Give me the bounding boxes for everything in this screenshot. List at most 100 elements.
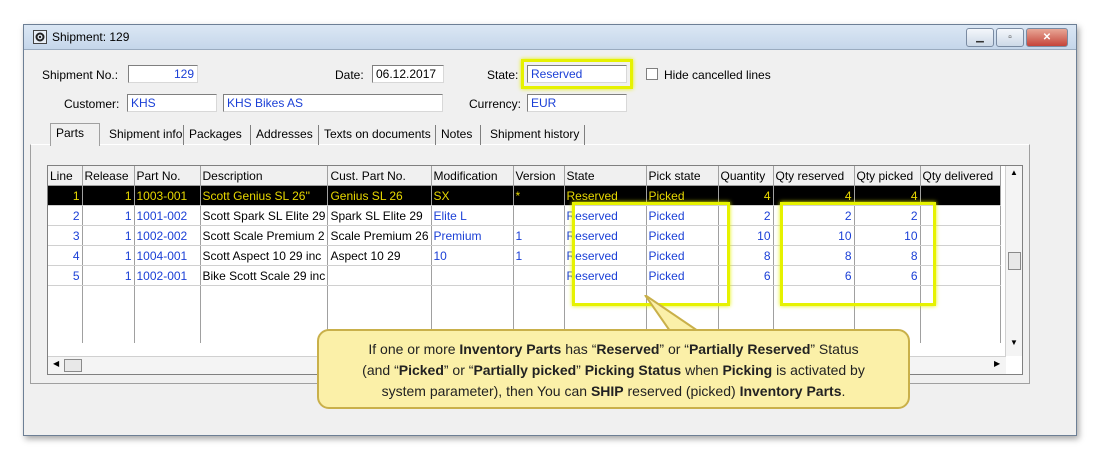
table-cell[interactable]: Aspect 10 29 bbox=[327, 245, 432, 266]
empty-cell bbox=[134, 285, 201, 305]
title-bar: Shipment: 129 ▁ ▫ ✕ bbox=[24, 25, 1076, 50]
table-cell[interactable]: 1 bbox=[48, 185, 83, 206]
table-cell[interactable]: 1 bbox=[82, 265, 135, 286]
table-cell[interactable]: 1 bbox=[82, 245, 135, 266]
date-label: Date: bbox=[335, 68, 364, 82]
table-cell[interactable]: 1002-001 bbox=[134, 265, 201, 286]
table-cell[interactable]: 1 bbox=[82, 205, 135, 226]
tab-shipment-info[interactable]: Shipment info bbox=[104, 125, 184, 145]
empty-cell bbox=[773, 305, 855, 324]
minimize-icon: ▁ bbox=[976, 32, 984, 43]
col-header[interactable]: Description bbox=[200, 166, 329, 186]
table-cell[interactable]: 1001-002 bbox=[134, 205, 201, 226]
empty-cell bbox=[82, 305, 135, 324]
empty-row bbox=[48, 305, 1001, 324]
table-cell[interactable] bbox=[513, 265, 565, 286]
empty-cell bbox=[327, 305, 432, 324]
tab-notes[interactable]: Notes bbox=[436, 125, 481, 145]
empty-cell bbox=[513, 285, 565, 305]
empty-cell bbox=[718, 305, 774, 324]
table-cell[interactable]: Scott Spark SL Elite 29 bbox=[200, 205, 329, 226]
table-cell[interactable]: Scott Scale Premium 2 bbox=[200, 225, 329, 246]
scroll-down-icon[interactable]: ▼ bbox=[1010, 338, 1018, 347]
table-cell[interactable]: 2 bbox=[48, 205, 83, 226]
close-button[interactable]: ✕ bbox=[1026, 28, 1068, 47]
col-header[interactable]: Modification bbox=[431, 166, 514, 186]
state-highlight bbox=[521, 59, 633, 89]
table-cell[interactable]: Premium bbox=[431, 225, 514, 246]
table-cell[interactable]: 10 bbox=[431, 245, 514, 266]
table-header-row: Line Release Part No. Description Cust. … bbox=[48, 166, 1001, 186]
tab-parts[interactable]: Parts bbox=[50, 123, 100, 146]
empty-cell bbox=[82, 324, 135, 343]
col-header[interactable]: Pick state bbox=[646, 166, 719, 186]
tab-addresses[interactable]: Addresses bbox=[251, 125, 319, 145]
table-cell[interactable]: Spark SL Elite 29 bbox=[327, 205, 432, 226]
col-header[interactable]: Line bbox=[48, 166, 83, 186]
empty-cell bbox=[200, 305, 329, 324]
tab-shipment-history[interactable]: Shipment history bbox=[485, 125, 585, 145]
table-cell[interactable]: 1 bbox=[513, 245, 565, 266]
col-header[interactable]: State bbox=[564, 166, 647, 186]
table-cell[interactable]: SX bbox=[431, 185, 514, 206]
tab-texts-on-documents[interactable]: Texts on documents bbox=[319, 125, 436, 145]
table-cell[interactable]: Scale Premium 26 bbox=[327, 225, 432, 246]
qty-highlight bbox=[780, 202, 936, 306]
currency-field[interactable]: EUR bbox=[527, 94, 627, 112]
table-cell[interactable]: 1 bbox=[82, 185, 135, 206]
col-header[interactable]: Qty delivered bbox=[920, 166, 1001, 186]
col-header[interactable]: Qty picked bbox=[854, 166, 921, 186]
table-cell[interactable]: 1004-001 bbox=[134, 245, 201, 266]
empty-cell bbox=[82, 285, 135, 305]
table-cell[interactable]: 1002-002 bbox=[134, 225, 201, 246]
maximize-button[interactable]: ▫ bbox=[996, 28, 1024, 47]
info-callout: If one or more Inventory Parts has “Rese… bbox=[317, 329, 910, 409]
table-cell[interactable]: 5 bbox=[48, 265, 83, 286]
empty-cell bbox=[48, 285, 83, 305]
scroll-right-icon[interactable]: ▶ bbox=[994, 359, 1000, 368]
app-gear-icon bbox=[33, 30, 47, 44]
vertical-scroll-thumb[interactable] bbox=[1008, 252, 1021, 270]
table-cell[interactable] bbox=[431, 265, 514, 286]
minimize-button[interactable]: ▁ bbox=[966, 28, 994, 47]
currency-label: Currency: bbox=[469, 97, 522, 111]
hide-cancelled-checkbox[interactable] bbox=[646, 68, 658, 80]
table-cell[interactable]: 3 bbox=[48, 225, 83, 246]
vertical-scrollbar[interactable]: ▲ ▼ bbox=[1005, 166, 1022, 356]
table-cell[interactable]: 1 bbox=[513, 225, 565, 246]
empty-cell bbox=[48, 324, 83, 343]
hide-cancelled-label: Hide cancelled lines bbox=[664, 68, 771, 82]
table-cell[interactable]: 1003-001 bbox=[134, 185, 201, 206]
col-header[interactable]: Cust. Part No. bbox=[327, 166, 432, 186]
table-cell[interactable]: Scott Aspect 10 29 inc bbox=[200, 245, 329, 266]
table-cell[interactable]: Scott Genius SL 26'' bbox=[200, 185, 329, 206]
maximize-icon: ▫ bbox=[1008, 32, 1012, 43]
shipment-no-label: Shipment No.: bbox=[42, 68, 119, 82]
table-cell[interactable]: Elite L bbox=[431, 205, 514, 226]
customer-name-field[interactable]: KHS Bikes AS bbox=[223, 94, 443, 112]
table-cell[interactable]: Bike Scott Scale 29 inc bbox=[200, 265, 329, 286]
shipment-no-field[interactable]: 129 bbox=[128, 65, 198, 83]
date-field[interactable]: 06.12.2017 bbox=[372, 65, 444, 83]
table-cell[interactable]: 1 bbox=[82, 225, 135, 246]
col-header[interactable]: Version bbox=[513, 166, 565, 186]
table-cell[interactable]: * bbox=[513, 185, 565, 206]
col-header[interactable]: Part No. bbox=[134, 166, 201, 186]
table-cell[interactable] bbox=[327, 265, 432, 286]
table-cell[interactable]: 4 bbox=[48, 245, 83, 266]
close-icon: ✕ bbox=[1042, 32, 1052, 43]
customer-code-field[interactable]: KHS bbox=[127, 94, 217, 112]
scroll-up-icon[interactable]: ▲ bbox=[1010, 168, 1018, 177]
scroll-left-icon[interactable]: ◀ bbox=[53, 359, 59, 368]
table-cell[interactable] bbox=[513, 205, 565, 226]
tab-packages[interactable]: Packages bbox=[184, 125, 251, 145]
state-label: State: bbox=[487, 68, 519, 82]
empty-cell bbox=[134, 305, 201, 324]
customer-label: Customer: bbox=[64, 97, 120, 111]
empty-cell bbox=[200, 285, 329, 305]
col-header[interactable]: Quantity bbox=[718, 166, 774, 186]
col-header[interactable]: Release bbox=[82, 166, 135, 186]
col-header[interactable]: Qty reserved bbox=[773, 166, 855, 186]
table-cell[interactable]: Genius SL 26 bbox=[327, 185, 432, 206]
horizontal-scroll-thumb[interactable] bbox=[64, 359, 82, 372]
